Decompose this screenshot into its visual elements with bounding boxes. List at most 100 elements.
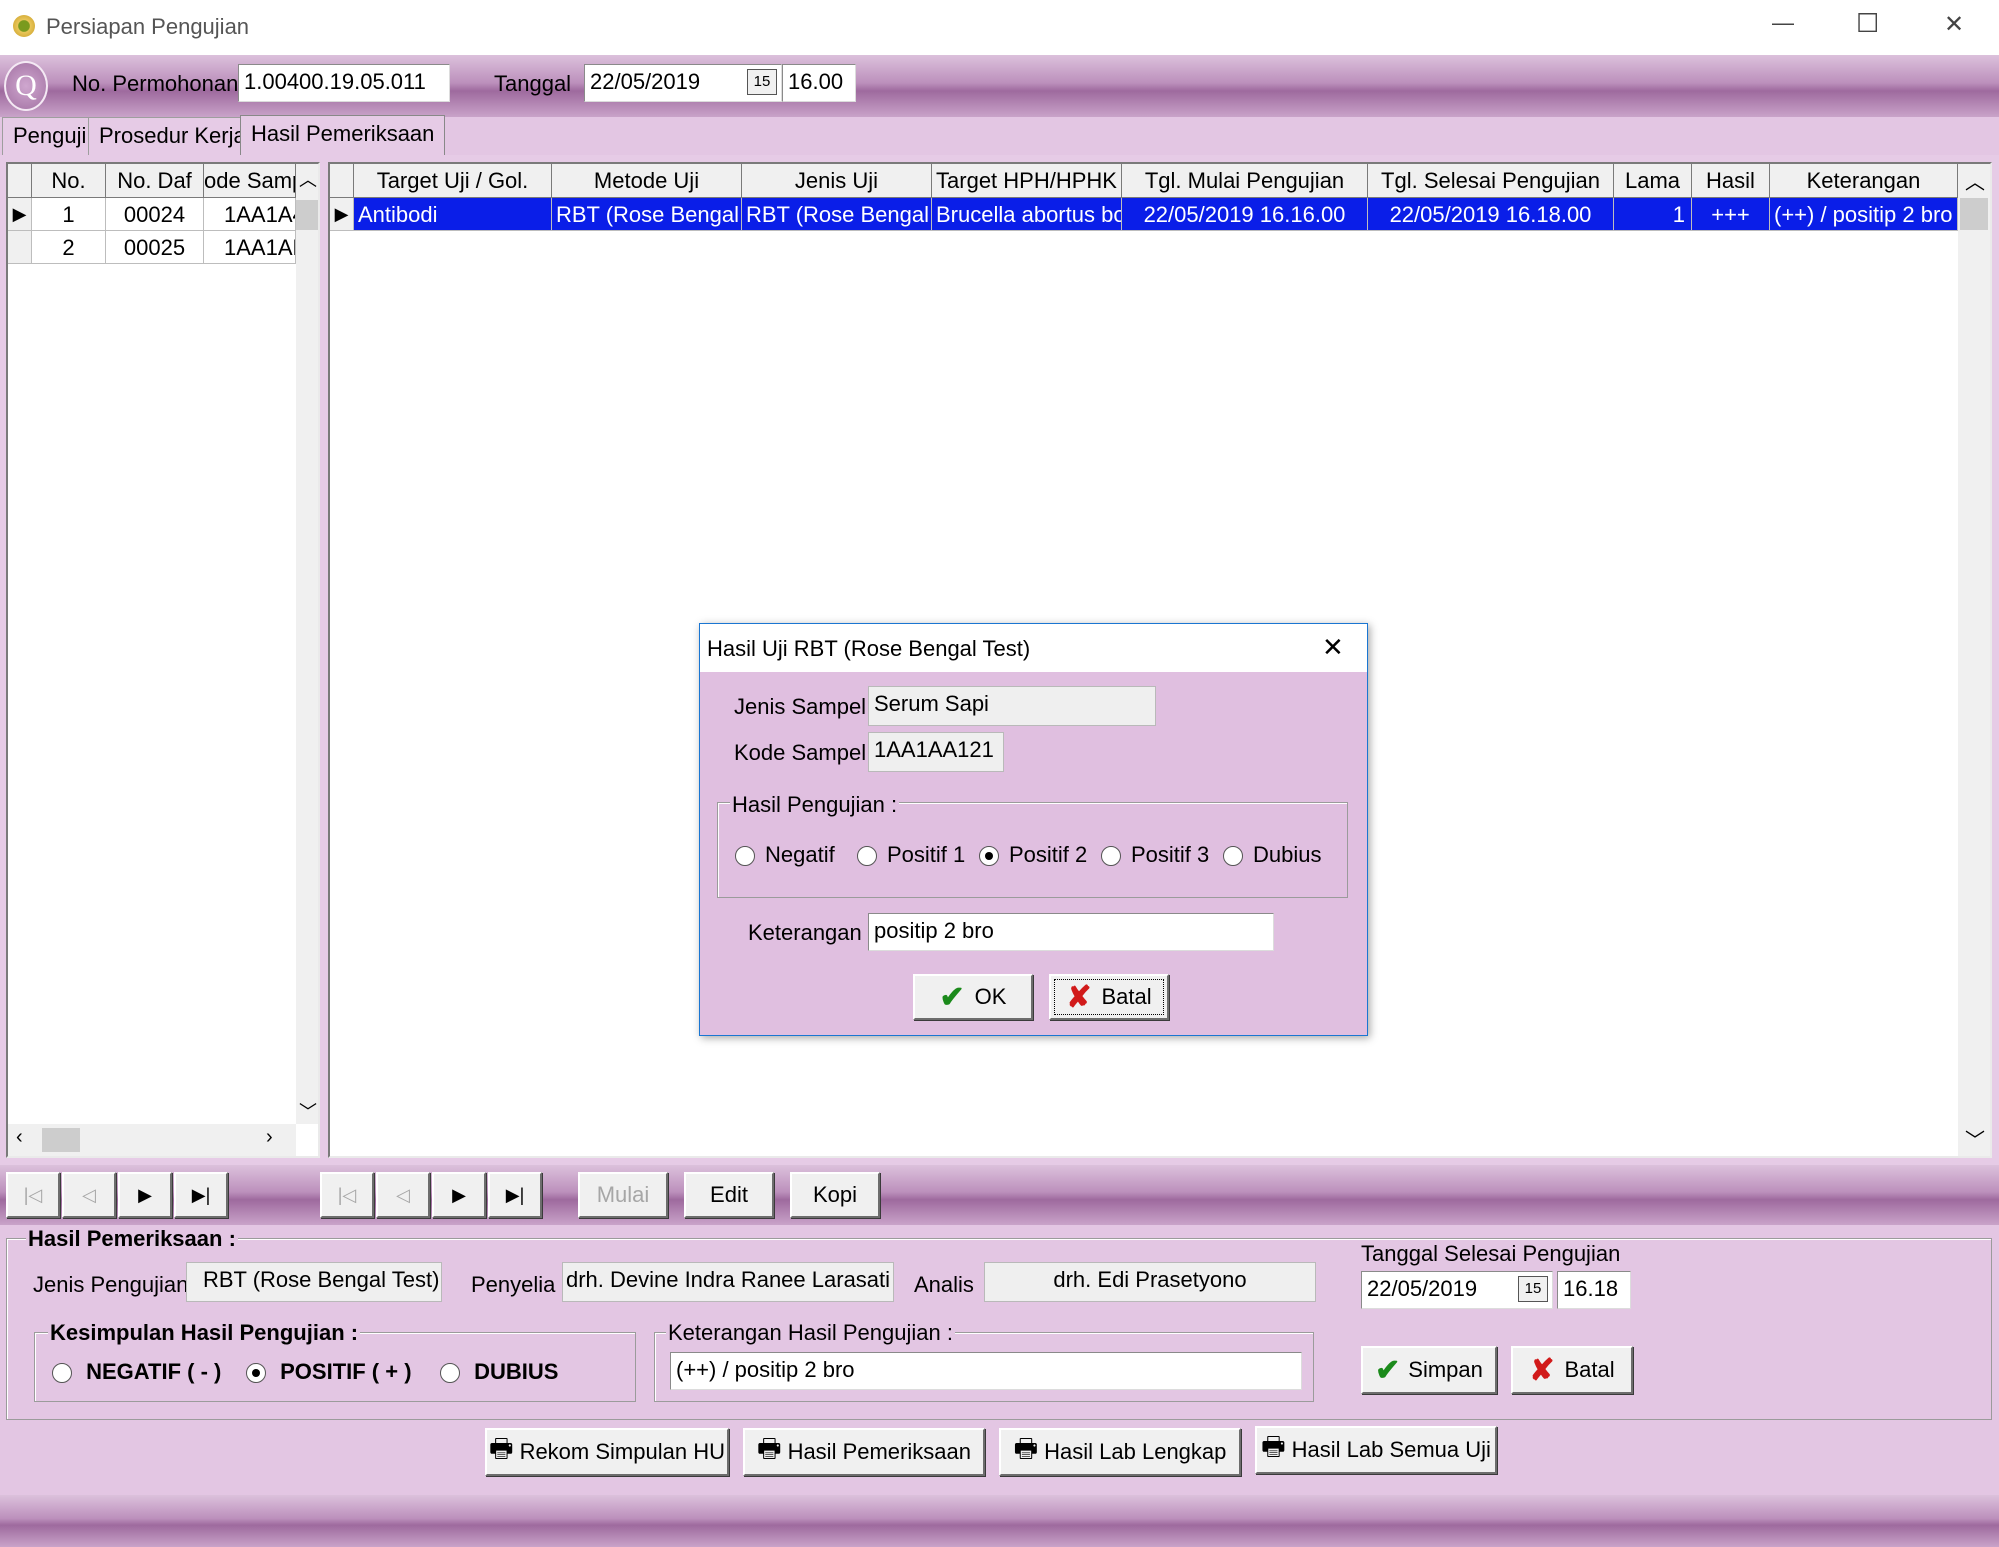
x-icon: ✘ [1529, 1353, 1555, 1387]
close-icon[interactable]: ✕ [1944, 10, 1964, 39]
table-row[interactable]: 2 00025 1AA1AE [8, 231, 296, 264]
tgl-selesai-time-input[interactable]: 16.18 [1557, 1271, 1631, 1309]
emblem-icon: Q [4, 61, 48, 111]
tanggal-label: Tanggal [494, 71, 572, 96]
nav-last-button[interactable]: ▶| [174, 1172, 228, 1218]
printer-icon: 🖶 [1013, 1433, 1039, 1463]
tab-prosedur-kerja[interactable]: Prosedur Kerja [88, 117, 257, 155]
grid-first-button[interactable]: |◁ [320, 1172, 374, 1218]
edit-button[interactable]: Edit [684, 1172, 774, 1218]
col-tgl-selesai[interactable]: Tgl. Selesai Pengujian [1368, 164, 1614, 198]
col-lama[interactable]: Lama [1614, 164, 1692, 198]
dialog-title: Hasil Uji RBT (Rose Bengal Test) [707, 636, 1031, 661]
option-positif-1[interactable]: Positif 1 [857, 842, 965, 868]
jenis-sampel-label: Jenis Sampel [734, 694, 867, 719]
check-icon: ✔ [1375, 1353, 1401, 1387]
calendar-icon[interactable]: 15 [747, 69, 777, 95]
no-permohonan-input[interactable]: 1.00400.19.05.011 [238, 64, 450, 102]
app-logo-icon [13, 15, 35, 37]
radio-negatif[interactable]: NEGATIF ( - ) [52, 1359, 221, 1385]
scroll-down-icon[interactable]: ﹀ [1965, 1124, 1985, 1153]
col-metode-uji[interactable]: Metode Uji [552, 164, 742, 198]
keterangan-hasil-input[interactable]: (++) / positip 2 bro [670, 1352, 1302, 1390]
radio-positif[interactable]: POSITIF ( + ) [246, 1359, 412, 1385]
option-negatif[interactable]: Negatif [735, 842, 835, 868]
rekom-simpulan-button[interactable]: 🖶 Rekom Simpulan HU [485, 1428, 729, 1476]
grid-prev-button[interactable]: ◁ [376, 1172, 430, 1218]
analis-label: Analis [914, 1272, 974, 1297]
nav-next-button[interactable]: ▶ [118, 1172, 172, 1218]
option-positif-3[interactable]: Positif 3 [1101, 842, 1209, 868]
scroll-thumb[interactable] [296, 200, 318, 230]
option-positif-1-icon[interactable] [857, 846, 877, 867]
x-icon: ✘ [1066, 980, 1092, 1014]
printer-icon: 🖶 [489, 1433, 514, 1463]
hasil-pemeriksaan-title: Hasil Pemeriksaan : [26, 1226, 238, 1252]
navigator-toolbar [0, 1165, 1999, 1225]
hasil-uji-dialog: Hasil Uji RBT (Rose Bengal Test) ✕ Jenis… [699, 623, 1368, 1036]
option-positif-3-icon[interactable] [1101, 846, 1121, 867]
grid-next-button[interactable]: ▶ [432, 1172, 486, 1218]
dialog-title-bar: Hasil Uji RBT (Rose Bengal Test) ✕ [700, 624, 1367, 672]
keterangan-input[interactable]: positip 2 bro [868, 913, 1274, 951]
simpan-button[interactable]: ✔ Simpan [1361, 1346, 1497, 1394]
tab-penguji[interactable]: Penguji [2, 117, 98, 155]
option-dubius-icon[interactable] [1223, 846, 1243, 867]
dialog-close-icon[interactable]: ✕ [1322, 632, 1344, 663]
grid-last-button[interactable]: ▶| [488, 1172, 542, 1218]
col-keterangan[interactable]: Keterangan [1770, 164, 1958, 198]
option-positif-2-icon[interactable] [979, 846, 999, 867]
scroll-up-icon[interactable]: ︿ [299, 166, 317, 192]
radio-negatif-icon[interactable] [52, 1363, 72, 1384]
scroll-thumb[interactable] [42, 1128, 80, 1152]
col-jenis-uji[interactable]: Jenis Uji [742, 164, 932, 198]
radio-dubius[interactable]: DUBIUS [440, 1359, 558, 1385]
scroll-up-icon[interactable]: ︿ [1965, 166, 1985, 195]
vertical-scrollbar[interactable]: ︿ ﹀ [1958, 164, 1990, 1156]
radio-positif-icon[interactable] [246, 1363, 266, 1384]
scroll-left-icon[interactable]: ‹ [16, 1126, 23, 1149]
radio-dubius-icon[interactable] [440, 1363, 460, 1384]
col-target-uji[interactable]: Target Uji / Gol. [354, 164, 552, 198]
horizontal-scrollbar[interactable]: ‹ › [8, 1124, 296, 1156]
col-hasil[interactable]: Hasil [1692, 164, 1770, 198]
hasil-pemeriksaan-report-button[interactable]: 🖶 Hasil Pemeriksaan [743, 1428, 985, 1476]
kopi-button[interactable]: Kopi [790, 1172, 880, 1218]
scroll-right-icon[interactable]: › [266, 1126, 273, 1149]
minimize-icon[interactable]: — [1772, 10, 1794, 36]
col-no-daftar[interactable]: No. Daf [106, 164, 204, 198]
col-tgl-mulai[interactable]: Tgl. Mulai Pengujian [1122, 164, 1368, 198]
col-target-hph[interactable]: Target HPH/HPHK [932, 164, 1122, 198]
hasil-lab-lengkap-button[interactable]: 🖶 Hasil Lab Lengkap [999, 1428, 1241, 1476]
col-no[interactable]: No. [32, 164, 106, 198]
row-indicator-icon: ▶ [8, 198, 32, 231]
tgl-selesai-input[interactable]: 22/05/2019 15 [1361, 1271, 1553, 1309]
dialog-ok-button[interactable]: ✔ OK [913, 974, 1033, 1020]
vertical-scrollbar[interactable]: ︿ ﹀ [296, 164, 318, 1124]
option-dubius[interactable]: Dubius [1223, 842, 1321, 868]
penyelia-label: Penyelia [471, 1272, 556, 1297]
table-row[interactable]: ▶ 1 00024 1AA1A4 [8, 198, 296, 231]
mulai-button[interactable]: Mulai [578, 1172, 668, 1218]
option-negatif-icon[interactable] [735, 846, 755, 867]
tanggal-input[interactable]: 22/05/2019 15 [584, 64, 782, 102]
penyelia-field: drh. Devine Indra Ranee Larasati [562, 1262, 894, 1302]
nav-first-button[interactable]: |◁ [6, 1172, 60, 1218]
col-kode-sampel[interactable]: ode Samp [204, 164, 296, 198]
scroll-thumb[interactable] [1960, 198, 1988, 230]
printer-icon: 🖶 [1261, 1431, 1286, 1461]
tab-hasil-pemeriksaan[interactable]: Hasil Pemeriksaan [240, 115, 446, 157]
nav-prev-button[interactable]: ◁ [62, 1172, 116, 1218]
hasil-pengujian-group-label: Hasil Pengujian : [730, 792, 900, 818]
dialog-batal-button[interactable]: ✘ Batal [1049, 974, 1169, 1020]
status-bar [0, 1495, 1999, 1547]
table-row-selected[interactable]: ▶ Antibodi RBT (Rose Bengal T RBT (Rose … [330, 198, 1958, 231]
calendar-icon[interactable]: 15 [1518, 1276, 1548, 1302]
tanggal-time-input[interactable]: 16.00 [782, 64, 856, 102]
scroll-down-icon[interactable]: ﹀ [299, 1098, 317, 1124]
analis-field: drh. Edi Prasetyono [984, 1262, 1316, 1302]
hasil-lab-semua-uji-button[interactable]: 🖶 Hasil Lab Semua Uji [1255, 1426, 1497, 1474]
batal-button[interactable]: ✘ Batal [1511, 1346, 1633, 1394]
maximize-icon[interactable]: ☐ [1856, 8, 1879, 39]
option-positif-2[interactable]: Positif 2 [979, 842, 1087, 868]
